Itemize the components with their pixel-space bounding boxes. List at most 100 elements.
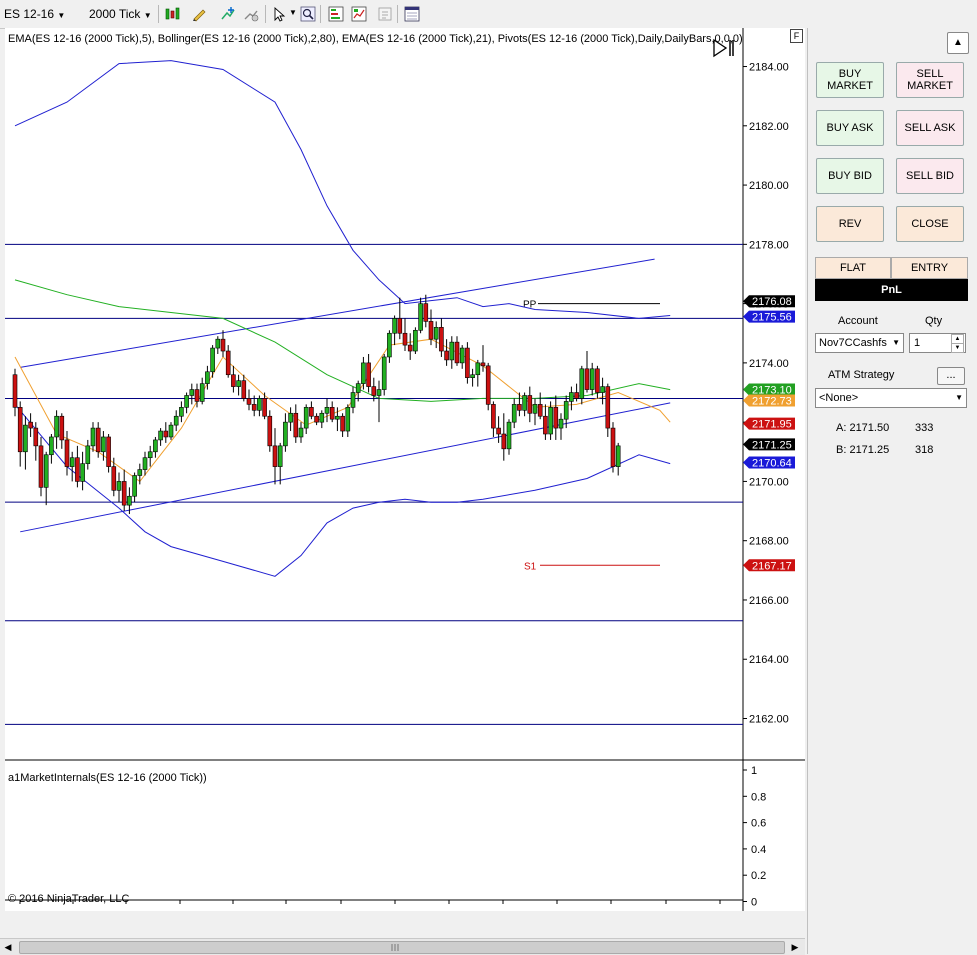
strategy-icon[interactable]	[242, 5, 260, 23]
buy-bid-button[interactable]: BUY BID	[816, 158, 884, 194]
candle-body	[293, 412, 299, 438]
candle-body	[501, 433, 507, 450]
candle-body	[569, 392, 574, 402]
horizontal-scrollbar[interactable]: ◀ ▶	[0, 938, 805, 955]
atm-settings-button[interactable]: ...	[937, 367, 965, 385]
chevron-down-icon: ▼	[143, 11, 152, 20]
candle-body	[397, 318, 403, 334]
pivot-s1-label: S1	[524, 561, 537, 572]
chart-trader-panel: ▲ BUY MARKET SELL MARKET BUY ASK SELL AS…	[807, 28, 977, 954]
collapse-up-icon[interactable]: ▲	[947, 32, 969, 54]
candle-body	[205, 371, 210, 384]
chart-area[interactable]: 2184.002182.002180.002178.002176.002174.…	[5, 28, 805, 911]
candle-body	[537, 404, 543, 417]
candle-body	[90, 427, 96, 447]
price-tick-label: 2170.00	[749, 476, 789, 488]
account-value: Nov7CCashfs	[819, 337, 887, 349]
scroll-left-icon[interactable]: ◀	[2, 941, 14, 953]
candle-body	[85, 445, 91, 464]
candle-body	[517, 404, 522, 411]
price-tick-label: 2174.00	[749, 358, 789, 370]
decrement-icon[interactable]: ▼	[951, 343, 964, 353]
candle-body	[407, 344, 413, 352]
scale-button[interactable]: F	[790, 29, 803, 43]
candle-body	[595, 368, 600, 393]
reverse-button[interactable]: REV	[816, 206, 884, 242]
candle-body	[220, 338, 226, 352]
candle-body	[428, 321, 434, 340]
quantity-stepper[interactable]: 1 ▲ ▼	[909, 333, 966, 353]
candle-body	[376, 389, 382, 396]
candle-body	[444, 350, 449, 361]
candle-body	[491, 404, 496, 429]
account-label: Account	[838, 315, 878, 327]
account-dropdown[interactable]: Nov7CCashfs ▼	[815, 333, 904, 353]
candle-body	[532, 404, 538, 414]
candle-body	[173, 415, 179, 426]
candle-body	[132, 475, 137, 497]
interval-label: 2000 Tick	[89, 7, 141, 21]
cursor-icon[interactable]	[270, 5, 288, 23]
atm-strategy-label: ATM Strategy	[828, 369, 895, 381]
toolbar-separator	[158, 5, 159, 23]
buy-market-button[interactable]: BUY MARKET	[816, 62, 884, 98]
buy-ask-button[interactable]: BUY ASK	[816, 110, 884, 146]
candle-body	[246, 398, 252, 405]
candle-body	[371, 386, 377, 396]
close-button[interactable]: CLOSE	[896, 206, 964, 242]
dom-icon[interactable]	[327, 5, 345, 23]
properties-icon[interactable]	[376, 5, 394, 23]
chevron-down-icon[interactable]: ▼	[289, 8, 297, 17]
candle-body	[101, 436, 106, 453]
price-tick-label: 2164.00	[749, 654, 789, 666]
candle-body	[210, 347, 215, 373]
candle-body	[511, 404, 517, 423]
interval-selector[interactable]: 2000 Tick ▼	[89, 6, 152, 22]
qty-value: 1	[914, 337, 921, 349]
sell-ask-button[interactable]: SELL ASK	[896, 110, 964, 146]
candle-body	[449, 341, 455, 361]
candle-body	[418, 303, 423, 331]
window-icon[interactable]	[403, 5, 421, 23]
add-indicator-icon[interactable]	[219, 5, 237, 23]
candle-body	[17, 407, 23, 453]
candle-body	[548, 407, 553, 435]
pencil-icon[interactable]	[190, 5, 208, 23]
candle-body	[12, 374, 18, 408]
flat-button[interactable]: FLAT	[815, 257, 891, 279]
chevron-down-icon: ▼	[955, 393, 963, 402]
price-tag-label: 2167.17	[752, 560, 792, 572]
sell-bid-button[interactable]: SELL BID	[896, 158, 964, 194]
series-line-ema-5	[14, 338, 671, 483]
candle-body	[459, 347, 465, 364]
candle-body	[366, 362, 371, 387]
copyright-text: © 2016 NinjaTrader, LLC	[8, 893, 130, 905]
chevron-down-icon: ▼	[57, 11, 66, 20]
candle-body	[527, 395, 533, 414]
candle-body	[615, 445, 621, 467]
candle-body	[64, 439, 70, 467]
scroll-right-icon[interactable]: ▶	[789, 941, 801, 953]
candle-body	[121, 481, 127, 506]
scroll-thumb[interactable]	[19, 941, 785, 954]
entry-button[interactable]: ENTRY	[891, 257, 968, 279]
sell-market-button[interactable]: SELL MARKET	[896, 62, 964, 98]
candle-body	[267, 415, 273, 447]
chart-style-icon[interactable]	[163, 5, 181, 23]
candle-body	[350, 392, 356, 408]
data-box-icon[interactable]	[350, 5, 368, 23]
pnl-display: PnL	[815, 279, 968, 301]
atm-strategy-dropdown[interactable]: <None> ▼	[815, 388, 967, 408]
trend-line	[20, 258, 655, 368]
candle-body	[324, 407, 330, 414]
candle-body	[28, 421, 33, 429]
candle-body	[475, 362, 481, 376]
indicator-label: EMA(ES 12-16 (2000 Tick),5), Bollinger(E…	[8, 33, 743, 45]
candle-body	[225, 350, 231, 376]
instrument-selector[interactable]: ES 12-16 ▼	[4, 6, 65, 22]
candle-body	[43, 454, 49, 488]
zoom-icon[interactable]	[299, 5, 317, 23]
candle-body	[127, 495, 132, 506]
candle-body	[413, 329, 418, 352]
candle-body	[153, 439, 158, 453]
